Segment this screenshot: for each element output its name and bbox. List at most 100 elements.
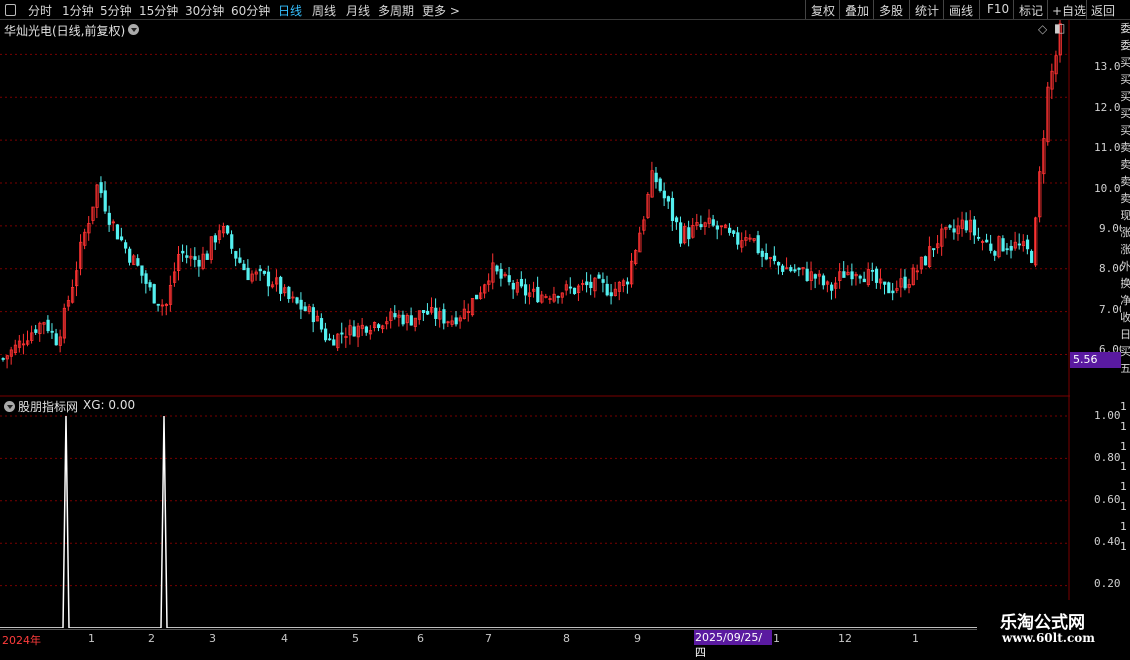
candle-body — [266, 271, 271, 287]
date-tick: 3 — [209, 632, 216, 645]
side-panel-glyph: 1 — [1121, 440, 1127, 453]
candle-body — [434, 307, 438, 319]
candle-body — [511, 282, 515, 290]
overlay-button[interactable]: 叠加 — [845, 2, 869, 19]
candle-body — [589, 281, 593, 289]
panel-toggle-icon[interactable] — [5, 4, 16, 16]
candle-body — [495, 265, 499, 272]
candle-body — [1001, 238, 1005, 252]
window-toggle-icon[interactable]: ◧ — [1054, 21, 1065, 35]
xg-indicator-line — [0, 415, 1068, 628]
candle-body — [728, 227, 732, 233]
indicator-label: 0.40 — [1094, 535, 1121, 548]
candle-body — [862, 278, 866, 283]
candle-body — [976, 236, 981, 239]
current-price-tag: 5.56 — [1070, 352, 1124, 368]
candle-body — [499, 268, 503, 279]
candle-body — [156, 303, 160, 306]
tab-fenshi[interactable]: 分时 — [28, 2, 52, 19]
side-panel-glyph: 委 — [1121, 22, 1130, 35]
indicator-title[interactable]: 股朋指标网 — [18, 398, 78, 415]
watermark-url: www.60lt.com — [1002, 631, 1095, 645]
side-panel-glyph: 1 — [1121, 540, 1127, 553]
candle-body — [324, 328, 328, 341]
candle-body — [340, 332, 344, 335]
side-panel-glyph: 买 — [1121, 56, 1130, 69]
tab-monthly[interactable]: 月线 — [346, 2, 370, 19]
candle-body — [568, 286, 573, 289]
candle-body — [152, 284, 156, 304]
watermark: 乐淘公式网 www.60lt.com — [977, 600, 1130, 650]
side-panel-glyph: 收 — [1121, 311, 1130, 324]
side-panel-glyph: 委 — [1121, 39, 1130, 52]
mark-button[interactable]: 标记 — [1019, 2, 1043, 19]
side-panel-glyph: 外 — [1121, 260, 1130, 273]
date-tick: 2024年 — [2, 634, 41, 647]
candle-body — [932, 248, 936, 251]
candle-body — [311, 307, 315, 323]
candle-body — [50, 330, 54, 333]
tab-30min[interactable]: 30分钟 — [185, 2, 224, 19]
toolbar-divider — [1086, 0, 1087, 19]
f10-button[interactable]: F10 — [987, 2, 1009, 16]
tab-15min[interactable]: 15分钟 — [139, 2, 178, 19]
candle-body — [601, 279, 605, 283]
tab-5min[interactable]: 5分钟 — [100, 2, 132, 19]
candle-body — [903, 276, 907, 289]
candle-body — [99, 182, 103, 194]
candle-body — [1017, 243, 1021, 246]
watermark-title: 乐淘公式网 — [1000, 613, 1085, 633]
tab-1min[interactable]: 1分钟 — [62, 2, 94, 19]
date-tick: 9 — [634, 632, 641, 645]
candle-body — [475, 294, 479, 300]
chart-area[interactable]: 华灿光电(日线,前复权) ◇ ◧ 股朋指标网 XG: 0.00 — [0, 20, 1070, 628]
candle-body — [128, 248, 132, 263]
tab-more[interactable]: 更多 > — [422, 2, 460, 19]
candle-body — [585, 281, 589, 286]
candle-body — [523, 284, 528, 296]
tab-multi-period[interactable]: 多周期 — [378, 2, 414, 19]
side-panel-glyph: 买 — [1121, 107, 1130, 120]
indicator-value: XG: 0.00 — [83, 398, 136, 412]
candle-body — [377, 324, 381, 328]
date-tick: 7 — [485, 632, 492, 645]
date-tick: 1 — [88, 632, 95, 645]
candle-body — [670, 197, 675, 221]
draw-line-button[interactable]: 画线 — [949, 2, 973, 19]
candle-body — [258, 268, 262, 272]
tab-weekly[interactable]: 周线 — [312, 2, 336, 19]
toolbar-divider — [839, 0, 840, 19]
tab-daily[interactable]: 日线 — [278, 2, 302, 19]
candle-body — [923, 256, 928, 266]
candle-body — [287, 286, 291, 300]
candle-body — [821, 275, 826, 286]
tab-60min[interactable]: 60分钟 — [231, 2, 270, 19]
multi-stock-button[interactable]: 多股 — [879, 2, 903, 19]
restore-rights-button[interactable]: 复权 — [811, 2, 835, 19]
side-panel-glyph: 现 — [1121, 209, 1130, 222]
side-panel-glyph: 1 — [1121, 400, 1127, 413]
candle-body — [213, 235, 218, 243]
kline-chart-canvas[interactable] — [0, 20, 1070, 628]
candle-body — [797, 267, 801, 270]
diamond-icon[interactable]: ◇ — [1038, 22, 1047, 36]
chevron-down-icon[interactable] — [128, 24, 139, 35]
candle-body — [666, 196, 671, 202]
indicator-label: 0.20 — [1094, 577, 1121, 590]
candle-body — [736, 232, 740, 245]
side-panel-glyph: 卖 — [1121, 175, 1130, 188]
side-panel-glyph: 1 — [1121, 480, 1127, 493]
indicator-menu-icon[interactable] — [4, 401, 15, 412]
candle-body — [124, 242, 128, 249]
candle-body — [393, 313, 397, 318]
back-button[interactable]: 返回 — [1091, 2, 1115, 19]
candle-body — [993, 251, 997, 256]
candle-body — [205, 253, 209, 260]
candle-body — [985, 239, 989, 243]
date-tick: 8 — [563, 632, 570, 645]
candle-body — [654, 172, 658, 183]
candle-body — [764, 252, 768, 260]
statistics-button[interactable]: 统计 — [915, 2, 939, 19]
add-watchlist-button[interactable]: +自选 — [1052, 2, 1086, 19]
candle-body — [519, 278, 524, 287]
